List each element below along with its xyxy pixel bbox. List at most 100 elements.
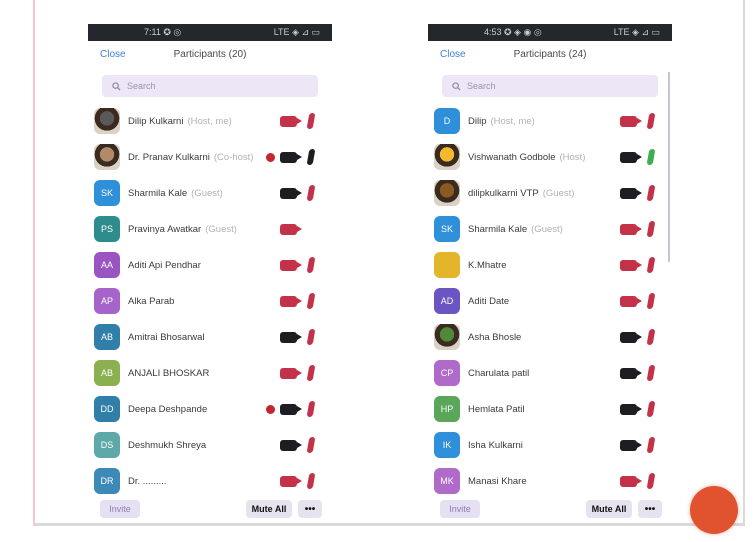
avatar-initials: D <box>443 116 451 126</box>
participant-row[interactable]: HP Hemlata Patil <box>428 391 672 427</box>
participant-row[interactable]: Asha Bhosle <box>428 319 672 355</box>
microphone-icon[interactable] <box>646 365 656 381</box>
video-icon[interactable] <box>620 332 642 343</box>
participant-row[interactable]: SK Sharmila Kale (Guest) <box>88 175 332 211</box>
microphone-icon[interactable] <box>306 473 316 489</box>
participant-role: (Guest) <box>205 223 237 235</box>
participant-row[interactable]: AP Alka Parab <box>88 283 332 319</box>
participant-name-wrap: ANJALI BHOSKAR <box>128 368 209 379</box>
microphone-icon[interactable] <box>646 149 656 165</box>
video-icon[interactable] <box>620 152 642 163</box>
participant-role: (Host) <box>559 151 586 163</box>
microphone-icon[interactable] <box>306 365 316 381</box>
participant-row[interactable]: PS Pravinya Awatkar (Guest) <box>88 211 332 247</box>
participants-panel-right: 4:53 ✪ ◈ ◉ ◎ LTE ◈ ⊿ ▭ Close Participant… <box>428 24 672 526</box>
video-icon[interactable] <box>280 152 302 163</box>
microphone-icon[interactable] <box>646 257 656 273</box>
search-input[interactable]: Search <box>442 75 658 97</box>
participant-row[interactable]: AD Aditi Date <box>428 283 672 319</box>
microphone-icon[interactable] <box>646 473 656 489</box>
participant-name-wrap: Hemlata Patil <box>468 404 525 415</box>
participant-row[interactable]: K.Mhatre <box>428 247 672 283</box>
avatar <box>94 144 120 170</box>
video-icon[interactable] <box>620 224 642 235</box>
bottom-bar: Invite Mute All ••• <box>428 492 672 526</box>
avatar: DD <box>94 396 120 422</box>
participant-row[interactable]: dilipkulkarni VTP (Guest) <box>428 175 672 211</box>
participant-name-wrap: Deshmukh Shreya <box>128 440 206 451</box>
microphone-icon[interactable] <box>646 293 656 309</box>
participant-row[interactable]: SK Sharmila Kale (Guest) <box>428 211 672 247</box>
video-icon[interactable] <box>280 332 302 343</box>
video-icon[interactable] <box>280 404 302 415</box>
microphone-icon[interactable] <box>646 437 656 453</box>
video-icon[interactable] <box>280 440 302 451</box>
participant-row[interactable]: DS Deshmukh Shreya <box>88 427 332 463</box>
microphone-icon[interactable] <box>646 221 656 237</box>
participant-name-wrap: Charulata patil <box>468 368 529 379</box>
avatar: SK <box>94 180 120 206</box>
participant-row[interactable]: DD Deepa Deshpande <box>88 391 332 427</box>
panel-header: Close Participants (20) <box>88 41 332 67</box>
microphone-icon[interactable] <box>306 257 316 273</box>
participant-row[interactable]: IK Isha Kulkarni <box>428 427 672 463</box>
participant-name: Charulata patil <box>468 367 530 379</box>
participant-row[interactable]: Dr. Pranav Kulkarni (Co-host) <box>88 139 332 175</box>
participant-name-wrap: Dr. Pranav Kulkarni (Co-host) <box>128 152 253 163</box>
microphone-icon[interactable] <box>646 185 656 201</box>
mute-all-button[interactable]: Mute All <box>586 500 632 518</box>
video-icon[interactable] <box>280 368 302 379</box>
floating-action-button[interactable] <box>690 486 738 534</box>
participant-row[interactable]: AB Amitrai Bhosarwal <box>88 319 332 355</box>
search-icon <box>452 81 461 91</box>
participant-row[interactable]: Vishwanath Godbole (Host) <box>428 139 672 175</box>
video-icon[interactable] <box>620 116 642 127</box>
microphone-icon[interactable] <box>306 149 316 165</box>
microphone-icon[interactable] <box>306 437 316 453</box>
video-icon[interactable] <box>620 476 642 487</box>
panel-header: Close Participants (24) <box>428 41 672 67</box>
participant-row[interactable]: CP Charulata patil <box>428 355 672 391</box>
participant-row[interactable]: Dilip Kulkarni (Host, me) <box>88 103 332 139</box>
more-button[interactable]: ••• <box>298 500 322 518</box>
avatar <box>94 108 120 134</box>
microphone-icon[interactable] <box>306 329 316 345</box>
microphone-icon[interactable] <box>306 401 316 417</box>
microphone-icon[interactable] <box>306 293 316 309</box>
microphone-icon[interactable] <box>646 329 656 345</box>
participant-name: Sharmila Kale <box>128 187 188 199</box>
more-button[interactable]: ••• <box>638 500 662 518</box>
participant-row[interactable]: AA Aditi Api Pendhar <box>88 247 332 283</box>
video-icon[interactable] <box>620 260 642 271</box>
participant-name-wrap: Sharmila Kale (Guest) <box>128 188 223 199</box>
microphone-icon[interactable] <box>306 113 316 129</box>
video-icon[interactable] <box>620 296 642 307</box>
microphone-icon[interactable] <box>646 113 656 129</box>
participant-name: Vishwanath Godbole <box>468 151 556 163</box>
participant-name-wrap: Asha Bhosle <box>468 332 521 343</box>
video-icon[interactable] <box>620 368 642 379</box>
video-icon[interactable] <box>280 224 302 235</box>
video-icon[interactable] <box>620 188 642 199</box>
video-icon[interactable] <box>620 404 642 415</box>
participant-row[interactable]: AB ANJALI BHOSKAR <box>88 355 332 391</box>
status-time: 7:11 ✪ ◎ <box>144 27 182 37</box>
video-icon[interactable] <box>620 440 642 451</box>
status-time: 4:53 ✪ ◈ ◉ ◎ <box>484 27 542 37</box>
avatar: DR <box>94 468 120 494</box>
avatar-initials: DD <box>100 404 114 414</box>
video-icon[interactable] <box>280 188 302 199</box>
video-icon[interactable] <box>280 116 302 127</box>
mute-all-button[interactable]: Mute All <box>246 500 292 518</box>
microphone-icon[interactable] <box>306 185 316 201</box>
video-icon[interactable] <box>280 296 302 307</box>
participants-panel-left: 7:11 ✪ ◎ LTE ◈ ⊿ ▭ Close Participants (2… <box>88 24 332 526</box>
video-icon[interactable] <box>280 476 302 487</box>
video-icon[interactable] <box>280 260 302 271</box>
invite-button[interactable]: Invite <box>440 500 480 518</box>
participant-row[interactable]: D Dilip (Host, me) <box>428 103 672 139</box>
microphone-icon[interactable] <box>646 401 656 417</box>
invite-button[interactable]: Invite <box>100 500 140 518</box>
search-input[interactable]: Search <box>102 75 318 97</box>
participant-role: (Host, me) <box>490 115 535 127</box>
